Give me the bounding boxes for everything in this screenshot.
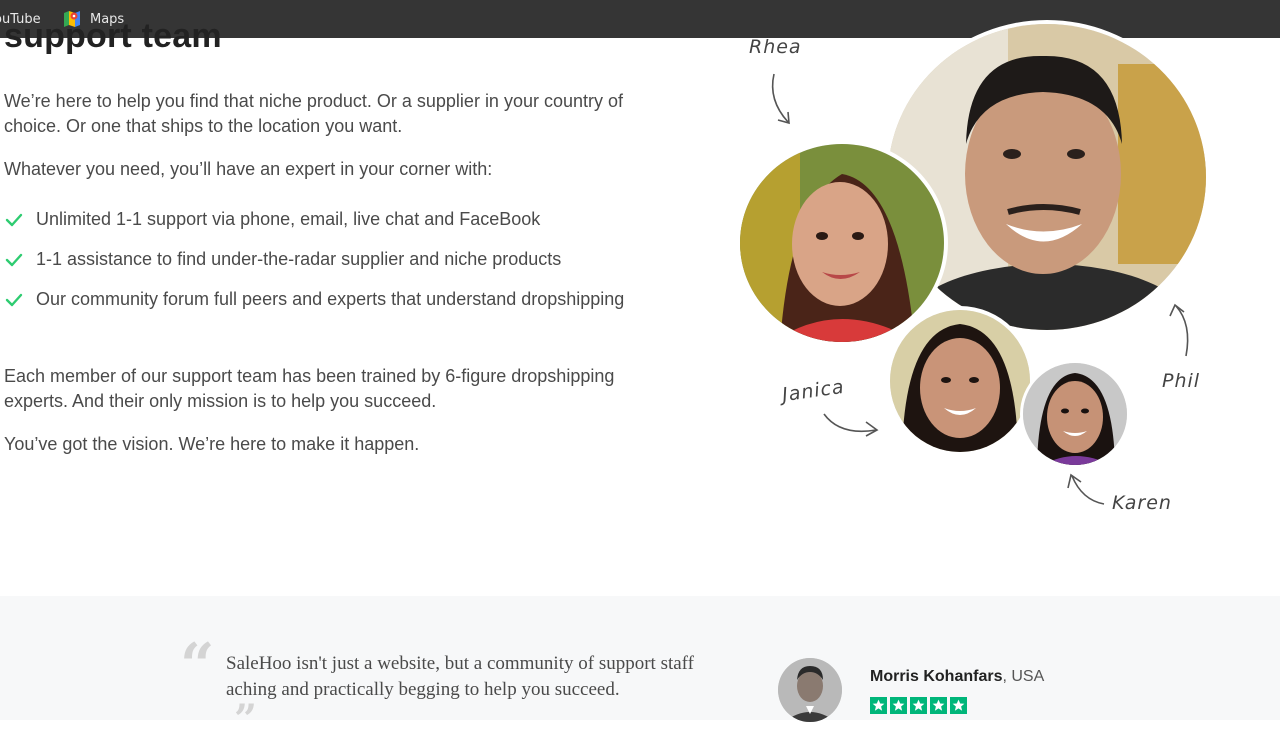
close-quote-icon: ”: [234, 696, 258, 743]
arrow-rhea-icon: [771, 73, 790, 125]
reviewer-name: Morris Kohanfars: [870, 668, 1003, 685]
team-photo-janica: [886, 306, 1034, 456]
label-phil: Phil: [1162, 370, 1201, 392]
team-photo-karen: [1020, 360, 1130, 468]
open-quote-icon: “: [180, 631, 215, 701]
reviewer-avatar: [778, 658, 842, 722]
star-icon: [930, 697, 947, 714]
reviewer-info: Morris Kohanfars, USA: [870, 668, 1044, 686]
label-karen: Karen: [1112, 492, 1172, 514]
lead-paragraph: Whatever you need, you’ll have an expert…: [4, 159, 493, 179]
star-icon: [890, 697, 907, 714]
arrow-phil-icon: [1169, 303, 1189, 357]
section-heading: support team: [4, 17, 222, 54]
star-icon: [870, 697, 887, 714]
testimonial-quote: SaleHoo isn't just a website, but a comm…: [226, 653, 694, 700]
label-janica: Janica: [780, 375, 846, 407]
check-icon: [4, 290, 24, 310]
training-paragraph: Each member of our support team has been…: [4, 366, 615, 411]
rating-stars: [870, 697, 967, 714]
intro-paragraph: We’re here to help you find that niche p…: [4, 91, 624, 136]
closing-paragraph: You’ve got the vision. We’re here to mak…: [4, 434, 420, 454]
benefit-item: Our community forum full peers and exper…: [4, 287, 644, 312]
star-icon: [950, 697, 967, 714]
benefit-item: 1-1 assistance to find under-the-radar s…: [4, 247, 644, 272]
team-photo-rhea: [736, 140, 948, 346]
benefit-item: Unlimited 1-1 support via phone, email, …: [4, 207, 644, 232]
label-rhea: Rhea: [749, 36, 802, 58]
benefit-text: Unlimited 1-1 support via phone, email, …: [36, 209, 541, 229]
check-icon: [4, 210, 24, 230]
reviewer-country: , USA: [1002, 668, 1045, 685]
check-icon: [4, 250, 24, 270]
arrow-janica-icon: [823, 413, 879, 437]
benefit-text: Our community forum full peers and exper…: [36, 289, 625, 309]
arrow-karen-icon: [1067, 473, 1105, 505]
star-icon: [910, 697, 927, 714]
benefits-list: Unlimited 1-1 support via phone, email, …: [4, 207, 644, 327]
benefit-text: 1-1 assistance to find under-the-radar s…: [36, 249, 562, 269]
